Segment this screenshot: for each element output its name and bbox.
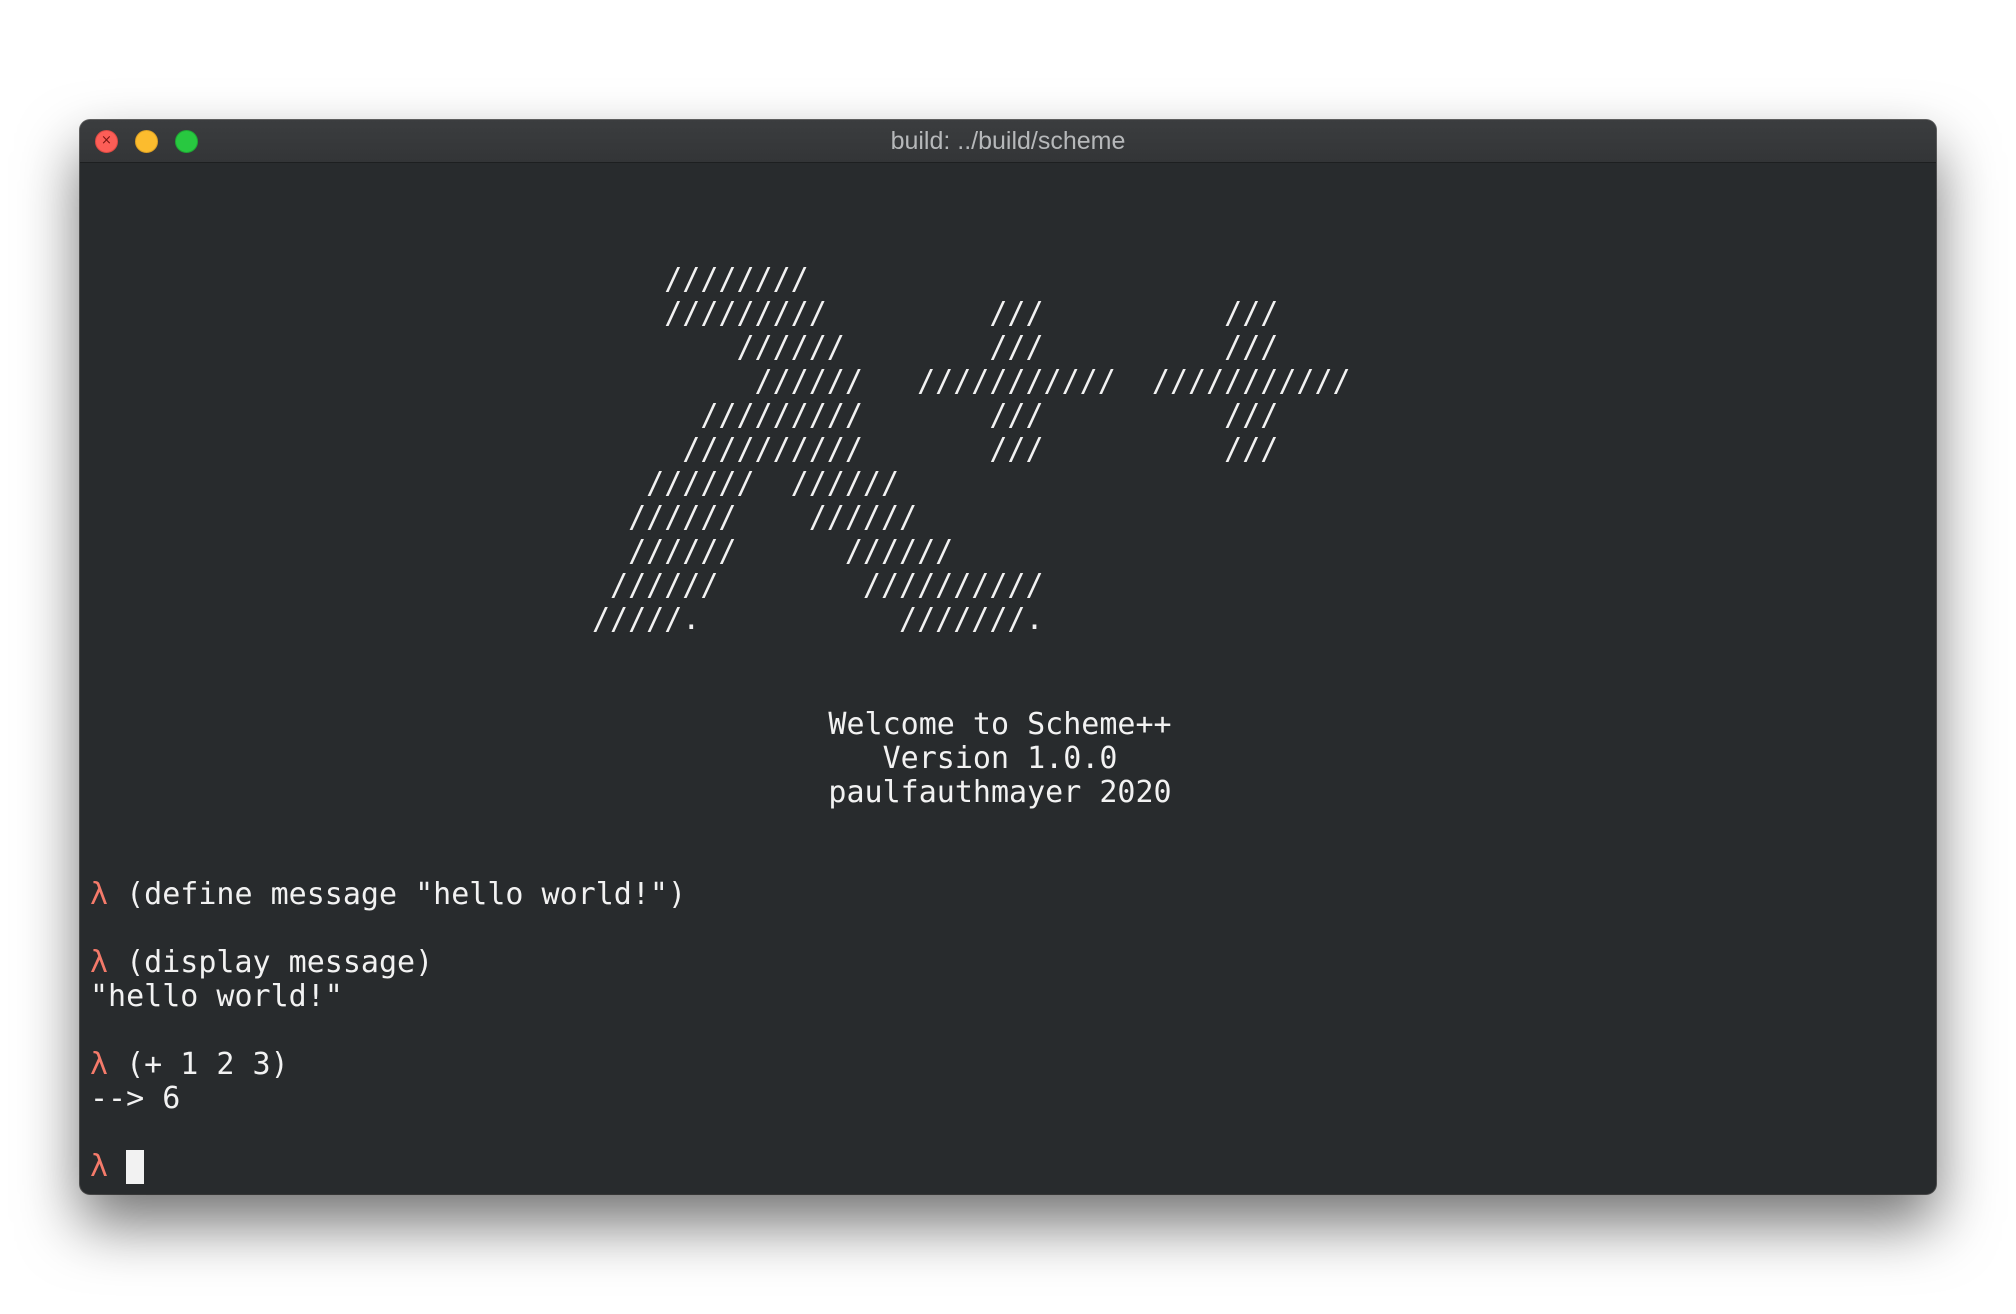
title-bar: × build: ../build/scheme	[80, 120, 1936, 163]
repl-output: "hello world!"	[90, 979, 343, 1014]
lambda-prompt-icon: λ	[90, 1047, 109, 1082]
ascii-logo: //////// ///////// /// /// ////// /// //…	[592, 262, 1351, 637]
author-text: paulfauthmayer 2020	[828, 775, 1172, 810]
welcome-text: Welcome to Scheme++	[828, 707, 1172, 742]
repl-active-line[interactable]: λ	[90, 1149, 145, 1184]
repl-input: (display message)	[126, 945, 434, 980]
version-text: Version 1.0.0	[882, 741, 1118, 776]
repl-input-line: λ (+ 1 2 3)	[90, 1048, 289, 1082]
repl-input-line: λ (define message "hello world!")	[90, 878, 686, 912]
repl-input: (define message "hello world!")	[126, 877, 687, 912]
repl-output: --> 6	[90, 1081, 181, 1116]
lambda-prompt-icon: λ	[90, 1149, 109, 1184]
text-cursor	[126, 1150, 145, 1184]
repl-input-line: λ (display message)	[90, 946, 433, 980]
terminal-window: × build: ../build/scheme //////// //////…	[80, 120, 1936, 1194]
terminal-output[interactable]: //////// ///////// /// /// ////// /// //…	[80, 163, 1936, 1194]
lambda-prompt-icon: λ	[90, 945, 109, 980]
repl-input: (+ 1 2 3)	[126, 1047, 289, 1082]
window-title: build: ../build/scheme	[890, 127, 1126, 155]
lambda-prompt-icon: λ	[90, 877, 109, 912]
